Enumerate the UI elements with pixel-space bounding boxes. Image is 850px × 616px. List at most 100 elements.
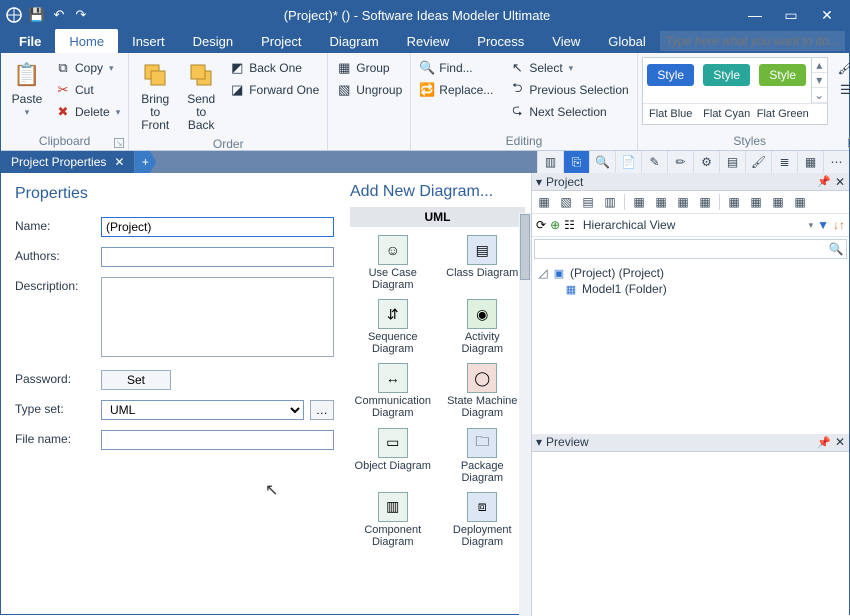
ptb-7[interactable]: ▦	[673, 193, 693, 211]
ptb-5[interactable]: ▦	[629, 193, 649, 211]
redo-icon[interactable]: ↷	[73, 7, 89, 23]
ti-10[interactable]: ≣	[771, 151, 797, 173]
minimize-button[interactable]: —	[737, 1, 773, 29]
ti-1[interactable]: ▥	[537, 151, 563, 173]
project-panel-pin-icon[interactable]: 📌	[817, 175, 831, 188]
doc-tab-project-properties[interactable]: Project Properties ✕	[1, 151, 134, 173]
diag-deployment[interactable]: ⧈Deployment Diagram	[442, 490, 524, 550]
ti-5[interactable]: ✎	[641, 151, 667, 173]
tab-diagram[interactable]: Diagram	[316, 29, 393, 53]
ti-11[interactable]: ▦	[797, 151, 823, 173]
send-to-back-button[interactable]: Send to Back	[179, 57, 223, 135]
cut-button[interactable]: ✂Cut	[51, 79, 124, 101]
diag-class[interactable]: ▤Class Diagram	[442, 233, 524, 293]
close-doc-tab-icon[interactable]: ✕	[114, 155, 124, 169]
ptb-6[interactable]: ▦	[651, 193, 671, 211]
ti-3[interactable]: 🔍	[589, 151, 615, 173]
ptb-4[interactable]: ▥	[600, 193, 620, 211]
ti-6[interactable]: ✏	[667, 151, 693, 173]
close-button[interactable]: ✕	[809, 1, 845, 29]
tab-review[interactable]: Review	[393, 29, 464, 53]
tree-expand-icon[interactable]: ◿	[538, 266, 548, 280]
tab-view[interactable]: View	[538, 29, 594, 53]
diag-communication[interactable]: ↔Communication Diagram	[352, 361, 434, 421]
diag-use-case[interactable]: ☺Use Case Diagram	[352, 233, 434, 293]
typeset-browse-button[interactable]: …	[310, 400, 334, 420]
tab-insert[interactable]: Insert	[118, 29, 179, 53]
tab-process[interactable]: Process	[463, 29, 538, 53]
ti-2[interactable]: ⎘	[563, 151, 589, 173]
style-paint-button[interactable]: 🖌	[834, 57, 850, 79]
copy-button[interactable]: ⧉Copy▾	[51, 57, 124, 79]
paste-button[interactable]: 📋 Paste ▾	[5, 57, 49, 120]
save-icon[interactable]: 💾	[29, 7, 45, 23]
ti-8[interactable]: ▤	[719, 151, 745, 173]
gallery-more-icon[interactable]: ⌄	[812, 88, 827, 103]
project-search-input[interactable]	[535, 240, 826, 258]
tab-file[interactable]: File	[5, 29, 55, 53]
view-mode-combo[interactable]: Hierarchical View	[579, 216, 805, 234]
style-flat-blue[interactable]: Style	[643, 58, 699, 92]
project-tree[interactable]: ◿ ▣ (Project) (Project) ▦ Model1 (Folder…	[532, 261, 849, 434]
filename-input[interactable]	[101, 430, 334, 450]
ti-7[interactable]: ⚙	[693, 151, 719, 173]
filter-icon[interactable]: ▼	[817, 218, 829, 232]
view-mode-caret-icon[interactable]: ▾	[809, 220, 814, 231]
group-button[interactable]: ▦Group	[332, 57, 406, 79]
preview-panel-pin-icon[interactable]: 📌	[817, 436, 831, 449]
select-button[interactable]: ↖Select▾	[505, 57, 632, 79]
diag-object[interactable]: ▭Object Diagram	[352, 426, 434, 486]
sort-icon[interactable]: ↓↑	[833, 218, 845, 232]
ptb-12[interactable]: ▦	[790, 193, 810, 211]
diag-package[interactable]: 🗀Package Diagram	[442, 426, 524, 486]
style-settings-button[interactable]: ☰	[834, 79, 850, 101]
style-gallery[interactable]: Style Style Style ▴▾⌄ Flat Blue Flat Cya…	[642, 57, 828, 125]
preview-panel-expand-icon[interactable]: ▾	[536, 435, 542, 449]
ptb-9[interactable]: ▦	[724, 193, 744, 211]
gallery-down-icon[interactable]: ▾	[812, 73, 827, 88]
authors-input[interactable]	[101, 247, 334, 267]
ptb-3[interactable]: ▤	[578, 193, 598, 211]
ptb-new[interactable]: ▦	[534, 193, 554, 211]
tab-project[interactable]: Project	[247, 29, 315, 53]
delete-button[interactable]: ✖Delete▾	[51, 101, 124, 123]
project-panel-close-icon[interactable]: ✕	[835, 175, 845, 189]
refresh-icon[interactable]: ⟳	[536, 218, 546, 232]
ungroup-button[interactable]: ▧Ungroup	[332, 79, 406, 101]
ptb-8[interactable]: ▦	[695, 193, 715, 211]
add-doc-tab-button[interactable]: +	[134, 151, 156, 173]
find-button[interactable]: 🔍Find...	[415, 57, 497, 79]
bring-to-front-button[interactable]: Bring to Front	[133, 57, 177, 135]
tab-design[interactable]: Design	[179, 29, 247, 53]
previous-selection-button[interactable]: ⮌Previous Selection	[505, 79, 632, 101]
typeset-select[interactable]: UML	[101, 400, 304, 420]
diag-activity[interactable]: ◉Activity Diagram	[442, 297, 524, 357]
style-flat-green[interactable]: Style	[755, 58, 811, 92]
diag-component[interactable]: ▥Component Diagram	[352, 490, 434, 550]
gallery-up-icon[interactable]: ▴	[812, 58, 827, 73]
new-item-icon[interactable]: ⊕	[550, 218, 560, 232]
forward-one-button[interactable]: ◪Forward One	[225, 79, 323, 101]
name-input[interactable]	[101, 217, 334, 237]
ribbon-collapse-icon[interactable]	[831, 134, 845, 148]
ti-4[interactable]: 📄	[615, 151, 641, 173]
replace-button[interactable]: 🔁Replace...	[415, 79, 497, 101]
style-flat-cyan[interactable]: Style	[699, 58, 755, 92]
back-one-button[interactable]: ◩Back One	[225, 57, 323, 79]
tab-global[interactable]: Global	[594, 29, 660, 53]
undo-icon[interactable]: ↶	[51, 7, 67, 23]
ptb-10[interactable]: ▦	[746, 193, 766, 211]
diag-state-machine[interactable]: ◯State Machine Diagram	[442, 361, 524, 421]
preview-panel-close-icon[interactable]: ✕	[835, 435, 845, 449]
next-selection-button[interactable]: ⮎Next Selection	[505, 101, 632, 123]
maximize-button[interactable]: ▭	[773, 1, 809, 29]
set-password-button[interactable]: Set	[101, 370, 171, 390]
diag-sequence[interactable]: ⇵Sequence Diagram	[352, 297, 434, 357]
command-search-input[interactable]	[660, 31, 845, 51]
ti-12[interactable]: ⋯	[823, 151, 849, 173]
diagram-list-scrollbar[interactable]	[519, 213, 531, 616]
project-search-icon[interactable]: 🔍	[826, 242, 846, 256]
project-panel-expand-icon[interactable]: ▾	[536, 175, 542, 189]
description-input[interactable]	[101, 277, 334, 357]
view-mode-icon[interactable]: ☷	[564, 218, 575, 232]
